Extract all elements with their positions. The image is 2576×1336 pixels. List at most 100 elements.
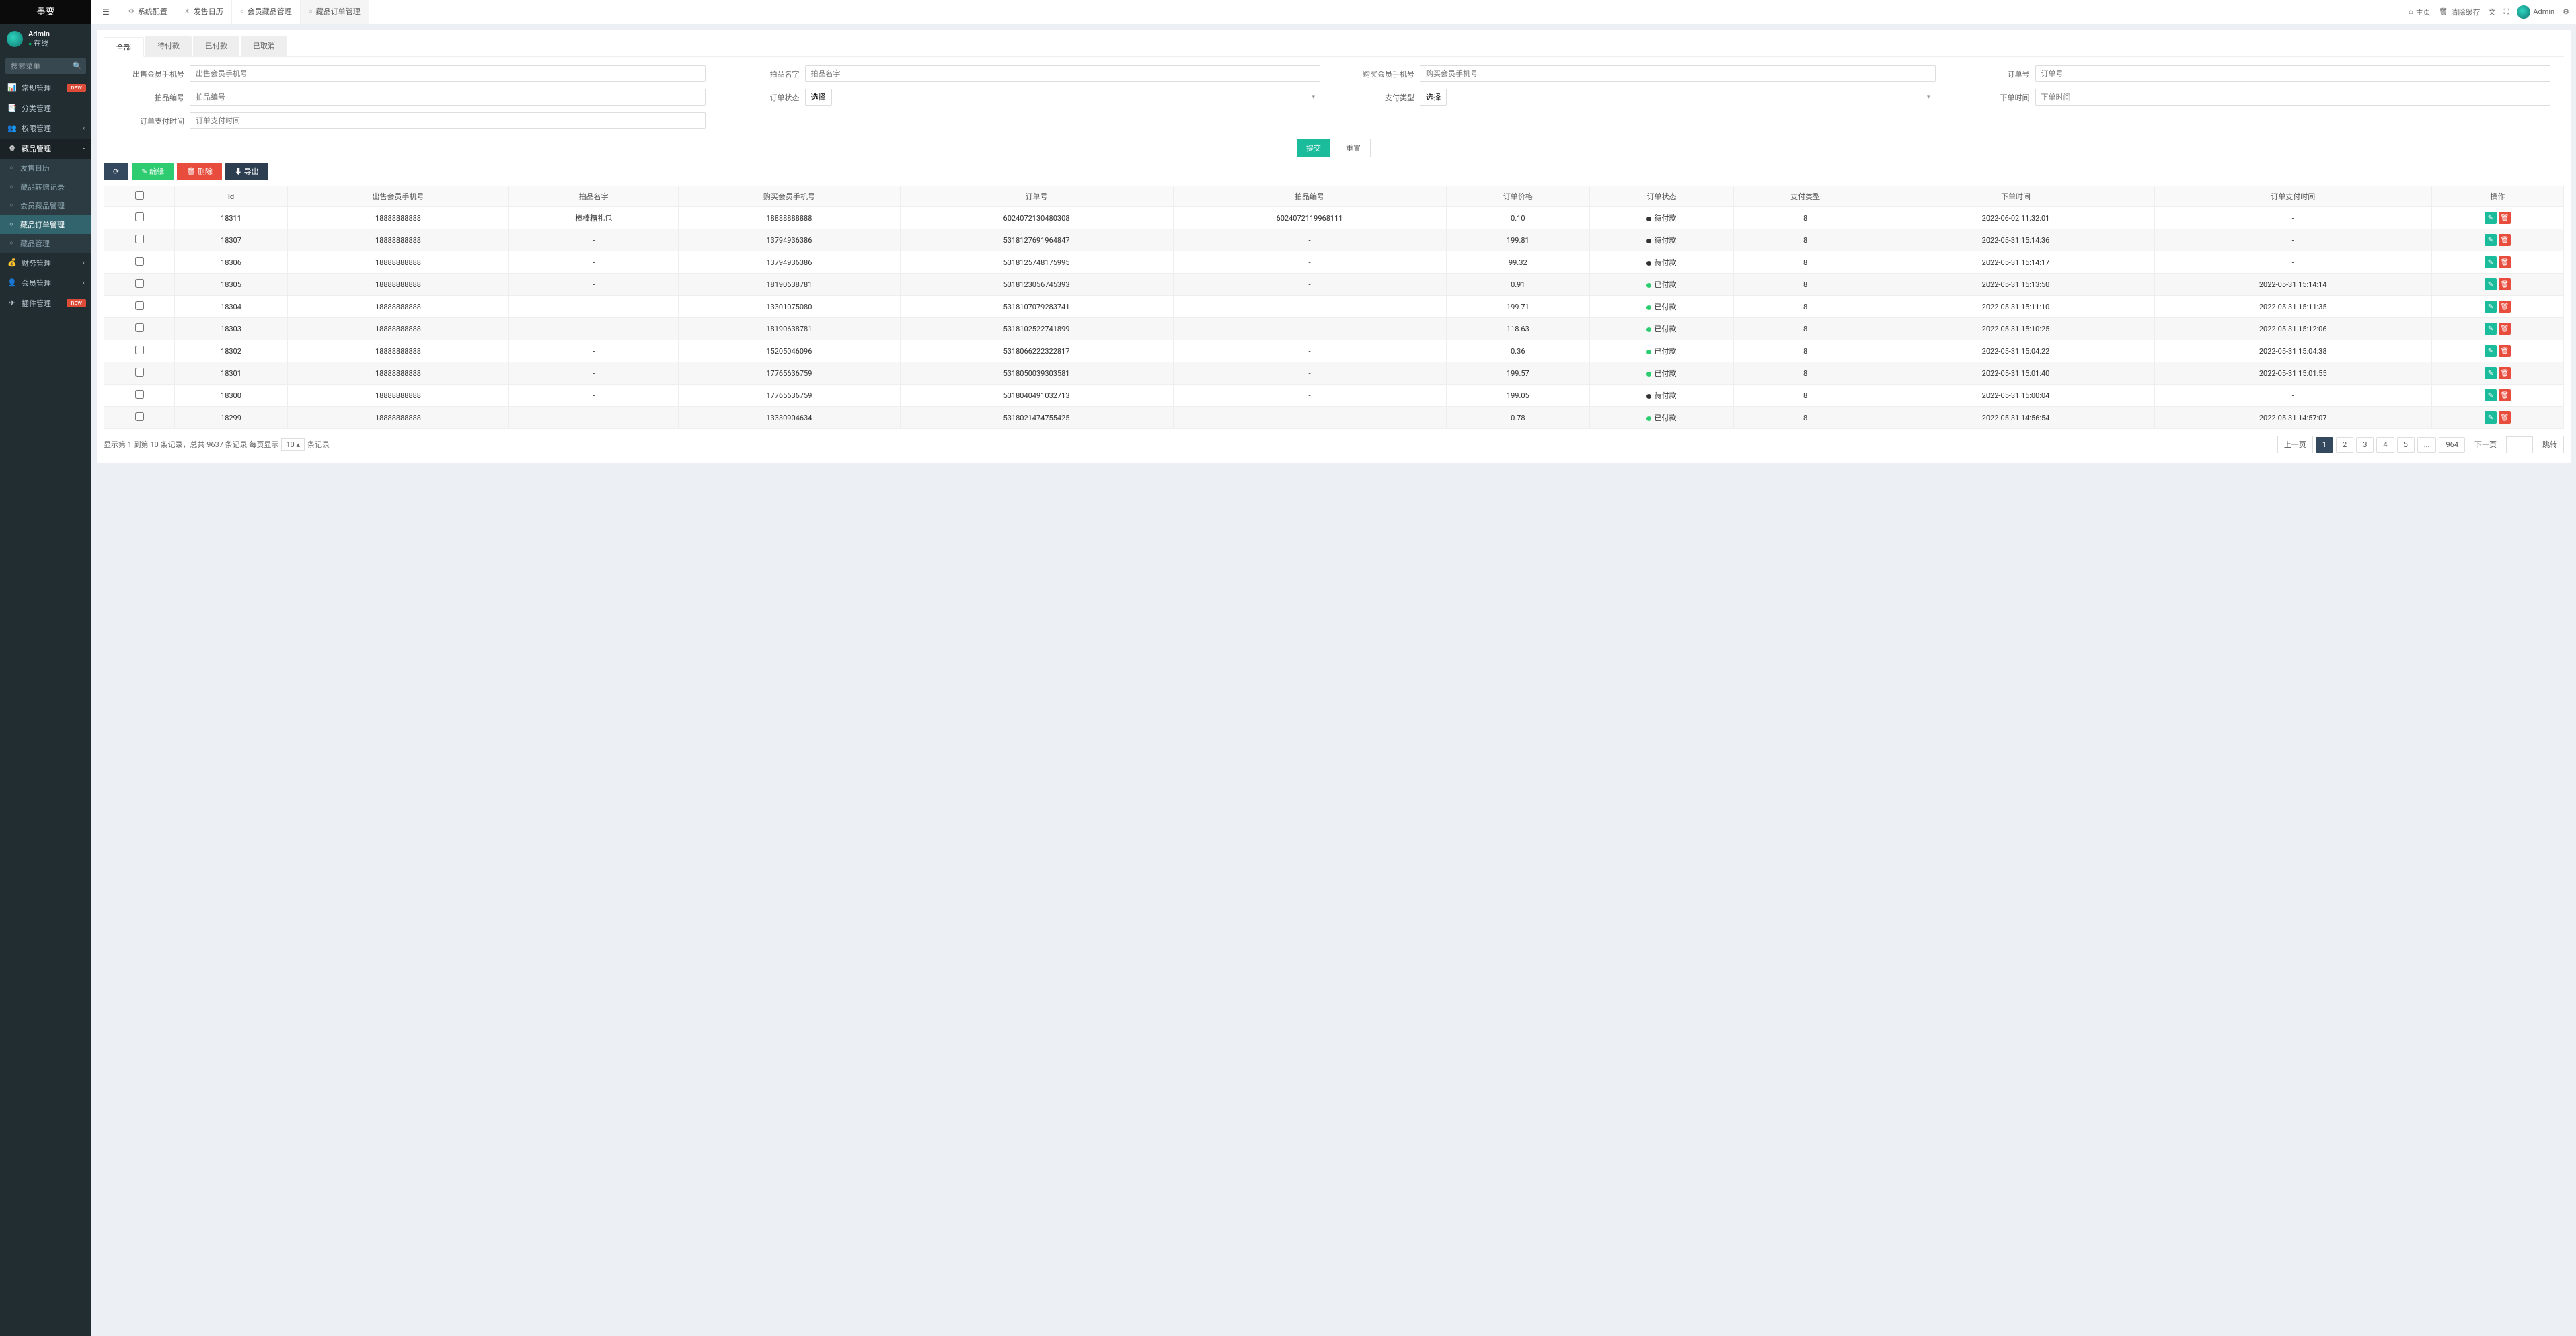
row-delete-icon[interactable]: 🗑 xyxy=(2499,389,2511,401)
cell-seller: 18888888888 xyxy=(287,229,508,251)
filter-tab[interactable]: 待付款 xyxy=(145,36,192,56)
row-edit-icon[interactable]: ✎ xyxy=(2485,411,2497,424)
pagination: 上一页12345...964下一页 跳转 xyxy=(2277,436,2564,453)
input-product-name[interactable] xyxy=(805,65,1321,82)
row-checkbox[interactable] xyxy=(135,279,144,288)
row-delete-icon[interactable]: 🗑 xyxy=(2499,411,2511,424)
row-edit-icon[interactable]: ✎ xyxy=(2485,367,2497,379)
row-edit-icon[interactable]: ✎ xyxy=(2485,212,2497,224)
top-user[interactable]: Admin xyxy=(2517,5,2554,19)
filter-form: 出售会员手机号 拍品名字 购买会员手机号 订单号 拍品编号 订单状态选择 支付类… xyxy=(104,65,2564,134)
page-number[interactable]: 4 xyxy=(2376,437,2394,453)
input-pay-time[interactable] xyxy=(190,112,706,129)
per-page-select[interactable]: 10 ▴ xyxy=(281,438,305,451)
row-checkbox[interactable] xyxy=(135,412,144,421)
input-product-code[interactable] xyxy=(190,89,706,106)
row-checkbox[interactable] xyxy=(135,368,144,377)
row-edit-icon[interactable]: ✎ xyxy=(2485,301,2497,313)
nav-tab[interactable]: ○藏品订单管理 xyxy=(301,0,369,24)
cell-paytime: 2022-05-31 15:01:55 xyxy=(2154,362,2431,385)
nav-tab[interactable]: ⚙系统配置 xyxy=(120,0,176,24)
select-all-checkbox[interactable] xyxy=(135,191,144,200)
delete-button[interactable]: 🗑 删除 xyxy=(177,163,222,180)
row-edit-icon[interactable]: ✎ xyxy=(2485,389,2497,401)
row-delete-icon[interactable]: 🗑 xyxy=(2499,278,2511,290)
row-checkbox[interactable] xyxy=(135,257,144,266)
filter-tab[interactable]: 已取消 xyxy=(241,36,287,56)
menu-item[interactable]: 💰财务管理‹ xyxy=(0,253,91,273)
lang-icon[interactable]: 文 xyxy=(2489,7,2496,17)
row-edit-icon[interactable]: ✎ xyxy=(2485,323,2497,335)
menu-item[interactable]: 👤会员管理‹ xyxy=(0,273,91,293)
cell-status: 已付款 xyxy=(1590,274,1734,296)
row-edit-icon[interactable]: ✎ xyxy=(2485,234,2497,246)
page-number[interactable]: 1 xyxy=(2316,437,2333,453)
row-delete-icon[interactable]: 🗑 xyxy=(2499,234,2511,246)
select-order-status[interactable]: 选择 xyxy=(805,89,832,106)
page-number[interactable]: 2 xyxy=(2336,437,2353,453)
cell-price: 0.10 xyxy=(1446,207,1590,229)
refresh-button[interactable]: ⟳ xyxy=(104,163,128,180)
row-checkbox[interactable] xyxy=(135,235,144,243)
row-edit-icon[interactable]: ✎ xyxy=(2485,256,2497,268)
fullscreen-icon[interactable]: ⛶ xyxy=(2504,7,2509,17)
page-number[interactable]: 3 xyxy=(2356,437,2374,453)
reset-button[interactable]: 重置 xyxy=(1336,139,1371,157)
row-checkbox[interactable] xyxy=(135,323,144,332)
hamburger-icon[interactable]: ☰ xyxy=(98,7,114,17)
input-buyer-phone[interactable] xyxy=(1420,65,1936,82)
cell-name: - xyxy=(509,407,679,429)
export-button[interactable]: ⬇ 导出 xyxy=(225,163,268,180)
row-checkbox[interactable] xyxy=(135,390,144,399)
cell-buyer: 17765636759 xyxy=(679,385,900,407)
filter-tab[interactable]: 已付款 xyxy=(193,36,239,56)
row-edit-icon[interactable]: ✎ xyxy=(2485,278,2497,290)
page-number[interactable]: 5 xyxy=(2397,437,2415,453)
search-icon[interactable]: 🔍 xyxy=(73,62,82,71)
submenu-item[interactable]: ○会员藏品管理 xyxy=(0,196,91,215)
clear-cache-link[interactable]: 🗑 清除缓存 xyxy=(2439,7,2480,17)
tab-label: 系统配置 xyxy=(138,0,167,24)
page-prev[interactable]: 上一页 xyxy=(2277,436,2313,453)
select-pay-type[interactable]: 选择 xyxy=(1420,89,1447,106)
nav-tab[interactable]: ☀发售日历 xyxy=(176,0,232,24)
row-delete-icon[interactable]: 🗑 xyxy=(2499,323,2511,335)
menu-item[interactable]: 👥权限管理‹ xyxy=(0,118,91,139)
row-delete-icon[interactable]: 🗑 xyxy=(2499,301,2511,313)
page-jump-button[interactable]: 跳转 xyxy=(2536,436,2564,453)
menu-item[interactable]: ⚙藏品管理‹ xyxy=(0,139,91,159)
edit-button[interactable]: ✎ 编辑 xyxy=(132,163,174,180)
home-link[interactable]: ⌂ 主页 xyxy=(2409,7,2431,17)
submenu-item[interactable]: ○藏品转赠记录 xyxy=(0,178,91,196)
page-next[interactable]: 下一页 xyxy=(2468,436,2503,453)
page-jump-input[interactable] xyxy=(2506,436,2533,453)
row-checkbox[interactable] xyxy=(135,301,144,310)
circle-icon: ○ xyxy=(7,202,16,209)
label-seller-phone: 出售会员手机号 xyxy=(117,69,184,79)
submenu-item[interactable]: ○藏品订单管理 xyxy=(0,215,91,234)
row-delete-icon[interactable]: 🗑 xyxy=(2499,367,2511,379)
filter-tab[interactable]: 全部 xyxy=(104,37,144,57)
page-number[interactable]: ... xyxy=(2417,437,2437,453)
submenu-item[interactable]: ○发售日历 xyxy=(0,159,91,178)
cell-order: 5318050039303581 xyxy=(900,362,1173,385)
avatar[interactable] xyxy=(7,31,23,47)
row-delete-icon[interactable]: 🗑 xyxy=(2499,345,2511,357)
row-checkbox[interactable] xyxy=(135,346,144,354)
cell-status: 已付款 xyxy=(1590,407,1734,429)
row-edit-icon[interactable]: ✎ xyxy=(2485,345,2497,357)
menu-item[interactable]: 📑分类管理 xyxy=(0,98,91,118)
submit-button[interactable]: 提交 xyxy=(1297,139,1330,157)
nav-tab[interactable]: ○会员藏品管理 xyxy=(232,0,301,24)
input-order-no[interactable] xyxy=(2035,65,2551,82)
input-order-time[interactable] xyxy=(2035,89,2551,106)
menu-item[interactable]: 📊常规管理new xyxy=(0,78,91,98)
input-seller-phone[interactable] xyxy=(190,65,706,82)
page-number[interactable]: 964 xyxy=(2439,437,2465,453)
submenu-item[interactable]: ○藏品管理 xyxy=(0,234,91,253)
row-checkbox[interactable] xyxy=(135,212,144,221)
menu-item[interactable]: ✈插件管理new xyxy=(0,293,91,313)
row-delete-icon[interactable]: 🗑 xyxy=(2499,256,2511,268)
row-delete-icon[interactable]: 🗑 xyxy=(2499,212,2511,224)
settings-icon[interactable]: ⚙ xyxy=(2563,7,2569,16)
